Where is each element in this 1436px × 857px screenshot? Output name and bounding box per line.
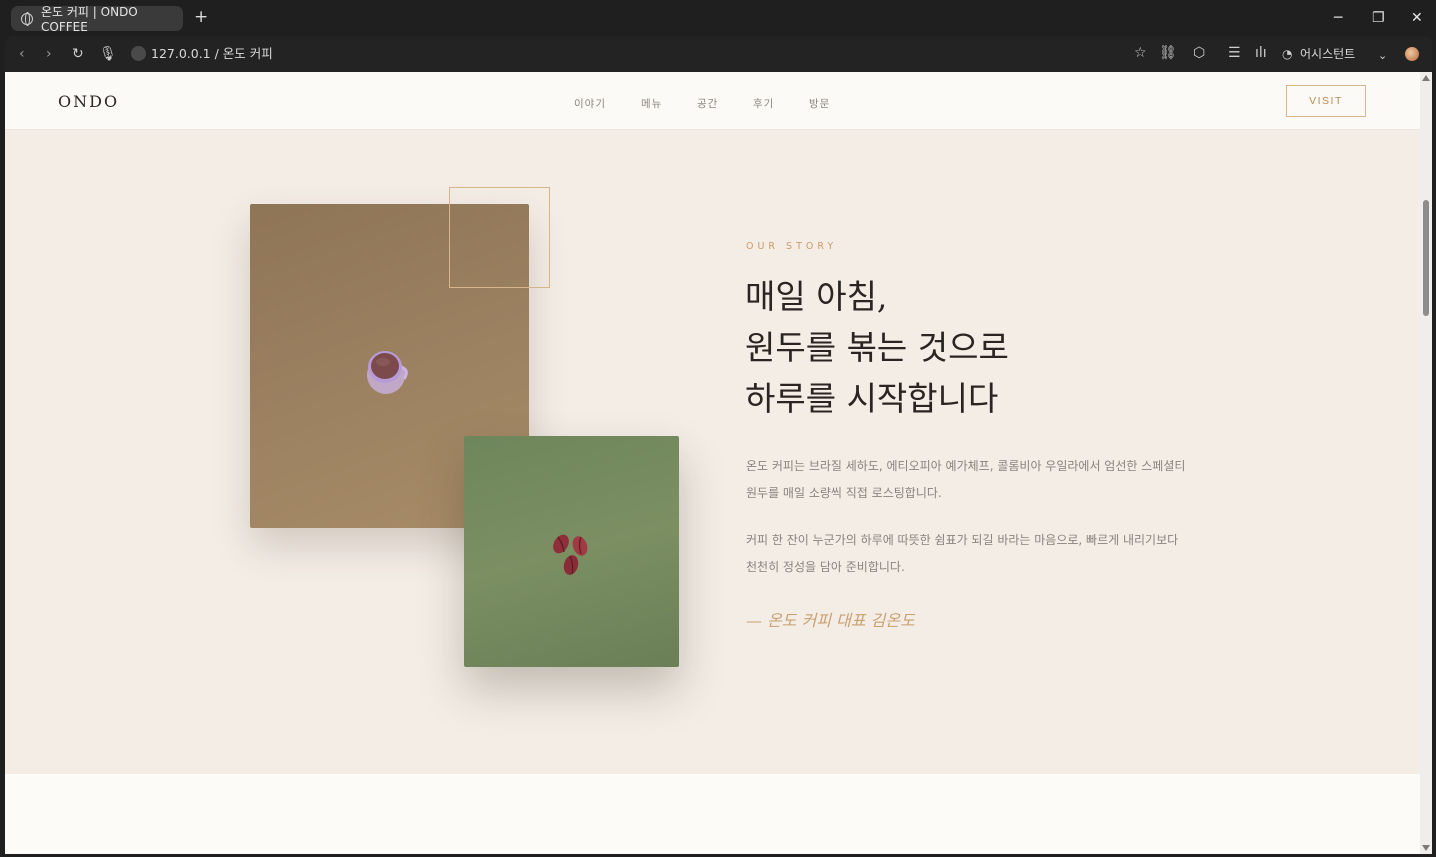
site-header: ONDO 이야기 메뉴 공간 후기 방문 VISIT (5, 72, 1420, 130)
browser-titlebar: 온도 커피 | ONDO COFFEE + ─ ❐ ✕ (0, 0, 1436, 36)
headline-line: 원두를 볶는 것으로 (745, 328, 1009, 367)
address-input[interactable]: 127.0.0.1 / 온도 커피 (151, 46, 273, 62)
reader-icon[interactable]: ☰ (1228, 45, 1241, 62)
story-headline: 매일 아침, 원두를 볶는 것으로 하루를 시작합니다 (745, 271, 1009, 424)
restore-button[interactable]: ❐ (1372, 9, 1385, 27)
puzzle-icon[interactable]: ⬡ (1193, 45, 1205, 62)
chevron-down-icon[interactable]: ⌄ (1378, 47, 1387, 64)
browser-tab[interactable]: 온도 커피 | ONDO COFFEE (11, 5, 183, 34)
assistant-button[interactable]: 어시스턴트 (1300, 46, 1355, 62)
voice-wave-icon[interactable]: ılı (1255, 45, 1267, 62)
globe-icon (21, 12, 33, 26)
profile-avatar[interactable] (1405, 47, 1419, 61)
microphone-icon[interactable]: 🎙 (99, 46, 117, 62)
scroll-down-arrow[interactable] (1422, 845, 1430, 851)
scrollbar-thumb[interactable] (1423, 200, 1429, 316)
section-eyebrow: OUR STORY (746, 241, 838, 252)
next-section (5, 774, 1420, 854)
reload-icon[interactable]: ↻ (72, 46, 84, 62)
coffee-cup-icon (367, 351, 408, 394)
visit-button[interactable]: VISIT (1286, 85, 1366, 117)
page-scrollbar[interactable] (1420, 72, 1432, 854)
link-icon[interactable]: ⛓ (1159, 45, 1177, 62)
nav-link-reviews[interactable]: 후기 (753, 96, 774, 111)
nav-link-story[interactable]: 이야기 (574, 96, 606, 111)
site-info-icon[interactable] (131, 46, 146, 61)
close-button[interactable]: ✕ (1411, 9, 1423, 27)
scroll-up-arrow[interactable] (1422, 75, 1430, 81)
site-logo[interactable]: ONDO (58, 92, 119, 111)
nav-link-visit[interactable]: 방문 (809, 96, 830, 111)
arrow-right-icon[interactable]: › (46, 46, 52, 62)
decorative-frame (449, 187, 550, 288)
star-icon[interactable]: ☆ (1134, 45, 1147, 62)
nav-link-menu[interactable]: 메뉴 (641, 96, 662, 111)
headline-line: 매일 아침, (745, 277, 888, 316)
story-paragraph: 온도 커피는 브라질 세하도, 에티오피아 예가체프, 콜롬비아 우일라에서 엄… (746, 459, 1186, 500)
assistant-icon[interactable]: ◔ (1282, 46, 1292, 63)
headline-line: 하루를 시작합니다 (745, 379, 999, 418)
minimize-button[interactable]: ─ (1334, 9, 1342, 27)
tab-title: 온도 커피 | ONDO COFFEE (41, 5, 138, 34)
page-viewport: ONDO 이야기 메뉴 공간 후기 방문 VISIT OUR STORY 매일 … (5, 72, 1420, 854)
arrow-left-icon[interactable]: ‹ (19, 46, 25, 62)
new-tab-button[interactable]: + (194, 8, 208, 26)
nav-link-space[interactable]: 공간 (697, 96, 718, 111)
signature: — 온도 커피 대표 김온도 (746, 611, 915, 630)
coffee-beans-icon (553, 534, 588, 575)
story-paragraph: 커피 한 잔이 누군가의 하루에 따뜻한 쉼표가 되길 바라는 마음으로, 빠르… (746, 533, 1179, 574)
